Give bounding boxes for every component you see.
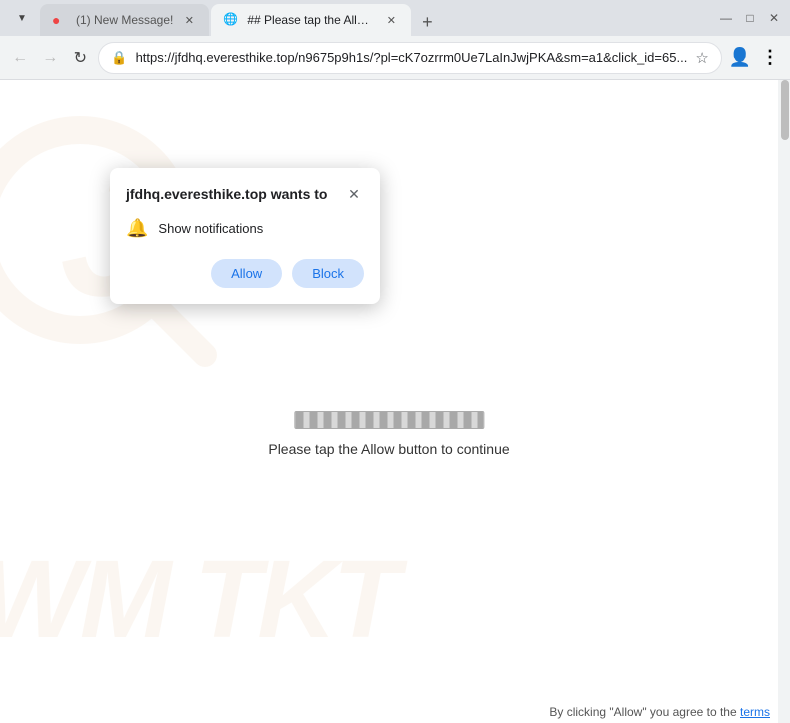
main-content: JT WM TKT Please tap the Allow button to… bbox=[0, 80, 790, 723]
allow-button[interactable]: Allow bbox=[211, 259, 282, 288]
block-button[interactable]: Block bbox=[292, 259, 364, 288]
tab-group: ● (1) New Message! ✕ 🌐 ## Please tap the… bbox=[40, 0, 706, 36]
dialog-permission-row: 🔔 Show notifications bbox=[126, 218, 364, 239]
dialog-close-button[interactable]: ✕ bbox=[344, 184, 364, 204]
tab2-favicon: 🌐 bbox=[223, 12, 239, 28]
progress-area: Please tap the Allow button to continue bbox=[268, 411, 509, 457]
tab-1[interactable]: ● (1) New Message! ✕ bbox=[40, 4, 209, 36]
dialog-buttons: Allow Block bbox=[126, 259, 364, 288]
dialog-title: jfdhq.everesthike.top wants to bbox=[126, 186, 327, 202]
forward-button[interactable]: → bbox=[38, 43, 62, 73]
tab-2[interactable]: 🌐 ## Please tap the Allow button... ✕ bbox=[211, 4, 411, 36]
scrollbar-thumb[interactable] bbox=[781, 80, 789, 140]
maximize-button[interactable]: □ bbox=[742, 10, 758, 26]
permission-label: Show notifications bbox=[158, 221, 263, 236]
bottom-bar: By clicking "Allow" you agree to the ter… bbox=[549, 701, 770, 723]
scrollbar[interactable] bbox=[778, 80, 790, 723]
progress-text: Please tap the Allow button to continue bbox=[268, 441, 509, 457]
bookmark-icon[interactable]: ☆ bbox=[695, 49, 708, 67]
dialog-header: jfdhq.everesthike.top wants to ✕ bbox=[126, 184, 364, 204]
tab1-title: (1) New Message! bbox=[76, 13, 173, 27]
address-bar[interactable]: 🔒 https://jfdhq.everesthike.top/n9675p9h… bbox=[98, 42, 721, 74]
progress-bar bbox=[294, 411, 484, 429]
profile-button[interactable]: 👤 bbox=[728, 43, 752, 73]
menu-icon: ⋮ bbox=[761, 47, 779, 68]
profile-icon: 👤 bbox=[729, 47, 751, 68]
watermark-text-bottom: WM TKT bbox=[0, 536, 396, 663]
tab-list-arrow[interactable]: ▼ bbox=[8, 4, 36, 32]
nav-bar: ← → ↻ 🔒 https://jfdhq.everesthike.top/n9… bbox=[0, 36, 790, 80]
tab2-close[interactable]: ✕ bbox=[383, 12, 399, 28]
bottom-text: By clicking "Allow" you agree to the bbox=[549, 705, 736, 719]
window-controls: — □ ✕ bbox=[718, 10, 782, 26]
url-text: https://jfdhq.everesthike.top/n9675p9h1s… bbox=[136, 50, 688, 65]
back-button[interactable]: ← bbox=[8, 43, 32, 73]
tab1-close[interactable]: ✕ bbox=[181, 12, 197, 28]
tab2-title: ## Please tap the Allow button... bbox=[247, 13, 375, 27]
terms-link[interactable]: terms bbox=[740, 705, 770, 719]
lock-icon: 🔒 bbox=[111, 50, 127, 66]
bell-icon: 🔔 bbox=[126, 218, 148, 239]
minimize-button[interactable]: — bbox=[718, 10, 734, 26]
title-bar: ▼ ● (1) New Message! ✕ 🌐 ## Please tap t… bbox=[0, 0, 790, 36]
new-tab-button[interactable]: + bbox=[413, 8, 441, 36]
menu-button[interactable]: ⋮ bbox=[758, 43, 782, 73]
permission-dialog: jfdhq.everesthike.top wants to ✕ 🔔 Show … bbox=[110, 168, 380, 304]
reload-button[interactable]: ↻ bbox=[68, 43, 92, 73]
tab1-favicon: ● bbox=[52, 12, 68, 28]
close-button[interactable]: ✕ bbox=[766, 10, 782, 26]
progress-stripe bbox=[295, 412, 483, 428]
